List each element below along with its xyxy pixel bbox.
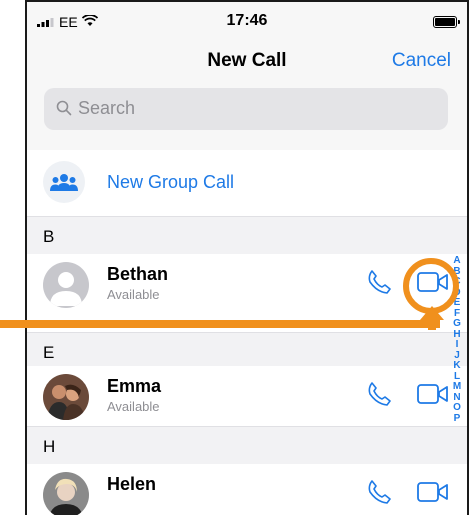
video-icon[interactable] xyxy=(417,482,449,507)
avatar xyxy=(43,262,89,308)
contact-name: Emma xyxy=(107,376,162,396)
header: EE 17:46 New Call Cancel Search xyxy=(27,2,467,151)
section-letter: E xyxy=(43,343,55,362)
alphabet-index-letter[interactable]: K xyxy=(451,360,463,372)
annotation-highlight-circle xyxy=(403,258,459,314)
section-letter: H xyxy=(43,437,56,456)
avatar xyxy=(43,472,89,515)
avatar xyxy=(43,374,89,420)
contact-status: Available xyxy=(107,399,160,414)
phone-icon[interactable] xyxy=(365,478,393,511)
section-letter: B xyxy=(43,227,55,246)
new-group-call-row[interactable]: New Group Call xyxy=(27,150,467,212)
annotation-arrow-line xyxy=(0,320,440,328)
alphabet-index-letter[interactable]: M xyxy=(451,381,463,393)
contact-status: Available xyxy=(107,287,160,302)
battery-icon xyxy=(433,16,460,28)
search-icon xyxy=(56,100,72,121)
alphabet-index-letter[interactable]: G xyxy=(451,318,463,330)
phone-icon[interactable] xyxy=(365,380,393,413)
phone-screen: EE 17:46 New Call Cancel Search New Grou… xyxy=(25,0,469,515)
new-group-call-label: New Group Call xyxy=(107,172,235,192)
alphabet-index-letter[interactable]: P xyxy=(451,413,463,425)
contact-row[interactable]: Bethan Available xyxy=(27,254,467,314)
section-header-h: H xyxy=(27,426,467,465)
section-header-b: B xyxy=(27,216,467,255)
group-icon xyxy=(43,161,85,203)
contact-name: Helen xyxy=(107,474,157,494)
alphabet-index-letter[interactable]: O xyxy=(451,402,463,414)
contact-row[interactable]: Helen xyxy=(27,464,467,515)
cancel-button[interactable]: Cancel xyxy=(392,50,451,72)
alphabet-index-letter[interactable]: A xyxy=(451,255,463,267)
status-time: 17:46 xyxy=(226,12,268,29)
video-icon[interactable] xyxy=(417,384,449,409)
status-bar: EE 17:46 xyxy=(27,2,467,42)
contact-name: Bethan xyxy=(107,264,169,284)
search-input[interactable]: Search xyxy=(44,88,448,130)
contact-row[interactable]: Emma Available xyxy=(27,366,467,426)
alphabet-index-letter[interactable]: I xyxy=(451,339,463,351)
phone-icon[interactable] xyxy=(365,268,393,301)
search-placeholder: Search xyxy=(78,98,136,118)
annotation-arrow-stem xyxy=(428,320,436,330)
